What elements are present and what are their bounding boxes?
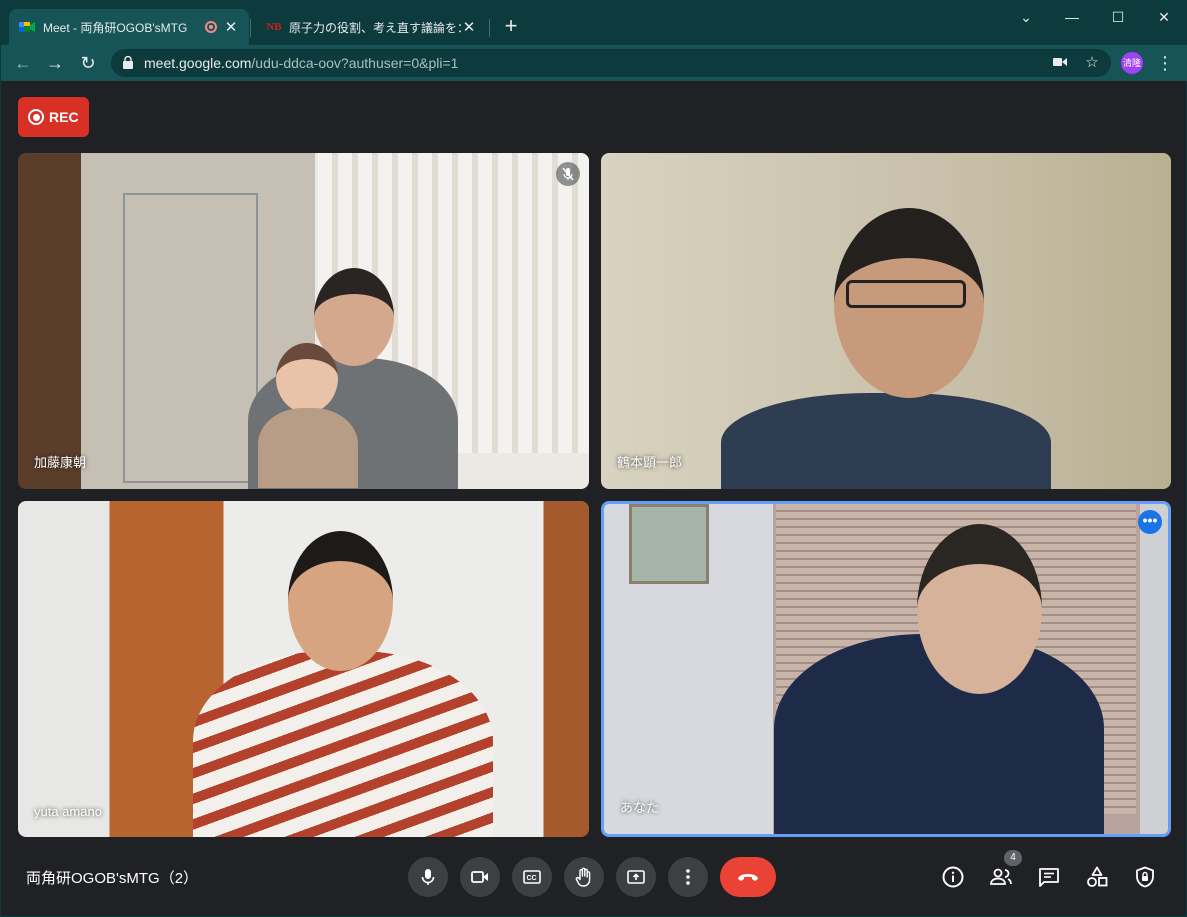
browser-window: Meet - 両角研OGOB'sMTG ✕ NB 原子力の役割、考え直す議論を：… [0,0,1187,917]
more-options-icon[interactable]: ••• [1138,510,1162,534]
google-meet-icon [19,19,35,35]
lock-icon [123,56,133,69]
back-button[interactable]: ← [11,51,35,75]
microphone-button[interactable] [408,857,448,897]
chat-button[interactable] [1035,863,1063,891]
bookmark-star-icon[interactable]: ☆ [1083,54,1101,72]
participant-name: あなた [620,800,660,815]
tab-title: 原子力の役割、考え直す議論を：日 [289,20,461,35]
more-options-button[interactable] [668,857,708,897]
browser-toolbar: ← → ↻ meet.google.com/udu-ddca-oov?authu… [1,45,1187,81]
captions-icon: CC [523,870,541,884]
leave-call-icon [738,874,758,881]
camera-icon [471,871,488,883]
tab-divider [250,19,251,37]
wall-picture [629,504,709,584]
recording-indicator-icon [205,21,217,33]
chat-icon [1039,868,1059,887]
profile-avatar[interactable]: 清隆 [1121,52,1143,74]
raise-hand-icon [575,867,591,887]
meeting-title: 両角研OGOB'sMTG（2） [26,870,199,887]
camera-button[interactable] [460,857,500,897]
more-options-icon [686,869,690,885]
participant-count-badge: 4 [1004,850,1022,866]
present-icon [627,870,645,884]
info-icon [942,866,964,888]
url-host: meet.google.com [144,55,252,71]
participant-name: 加藤康朝 [34,455,87,470]
child-body [258,408,358,488]
child-head [276,343,338,413]
close-tab-icon[interactable]: ✕ [461,18,477,36]
participant-name: 鶴本顕一郎 [617,455,683,470]
tab-divider [489,19,490,37]
participant-tile[interactable]: 加藤康朝 [18,153,589,489]
url-path: /udu-ddca-oov?authuser=0&pli=1 [251,55,459,71]
present-button[interactable] [616,857,656,897]
captions-button[interactable]: CC [512,857,552,897]
svg-text:CC: CC [527,875,537,882]
person-body [193,651,493,837]
record-icon [28,109,44,125]
participant-tile-self[interactable]: ••• あなた [601,501,1171,837]
muted-mic-icon [556,162,580,186]
tab-meet[interactable]: Meet - 両角研OGOB'sMTG ✕ [9,9,249,45]
address-bar[interactable]: meet.google.com/udu-ddca-oov?authuser=0&… [111,49,1111,77]
tab-search-chevron-icon[interactable]: ⌄ [1003,5,1049,29]
meeting-details-button[interactable] [939,863,967,891]
person-body [721,393,1051,489]
recording-badge[interactable]: REC [18,97,89,137]
minimize-button[interactable]: — [1049,5,1095,29]
raise-hand-button[interactable] [564,857,604,897]
tab-strip: Meet - 両角研OGOB'sMTG ✕ NB 原子力の役割、考え直す議論を：… [1,1,1187,45]
activities-button[interactable] [1083,863,1111,891]
participant-name: yuta amano [34,804,102,819]
maximize-button[interactable]: ☐ [1095,5,1141,29]
camera-in-use-icon[interactable] [1051,54,1069,72]
participant-tile[interactable]: yuta amano [18,501,589,837]
tab-news[interactable]: NB 原子力の役割、考え直す議論を：日 ✕ [253,9,487,45]
news-favicon-icon: NB [266,21,282,33]
metal-shelf [123,193,258,483]
close-tab-icon[interactable]: ✕ [223,18,239,36]
people-icon [990,868,1012,885]
glasses [846,280,966,308]
host-controls-icon [1136,866,1154,888]
reload-button[interactable]: ↻ [76,51,100,75]
people-button[interactable] [987,863,1015,891]
host-controls-button[interactable] [1131,863,1159,891]
browser-menu-icon[interactable]: ⋮ [1156,51,1174,75]
url-text: meet.google.com/udu-ddca-oov?authuser=0&… [144,55,458,71]
person-head [288,531,393,671]
tab-title: Meet - 両角研OGOB'sMTG [43,20,188,35]
new-tab-button[interactable]: + [499,15,523,39]
participant-tile[interactable]: 鶴本顕一郎 [601,153,1171,489]
forward-button[interactable]: → [43,51,67,75]
recording-label: REC [49,109,79,125]
close-window-button[interactable]: ✕ [1141,5,1187,29]
leave-call-button[interactable] [720,857,776,897]
activities-icon [1087,866,1108,887]
mic-icon [421,869,435,885]
person-head [917,524,1042,694]
